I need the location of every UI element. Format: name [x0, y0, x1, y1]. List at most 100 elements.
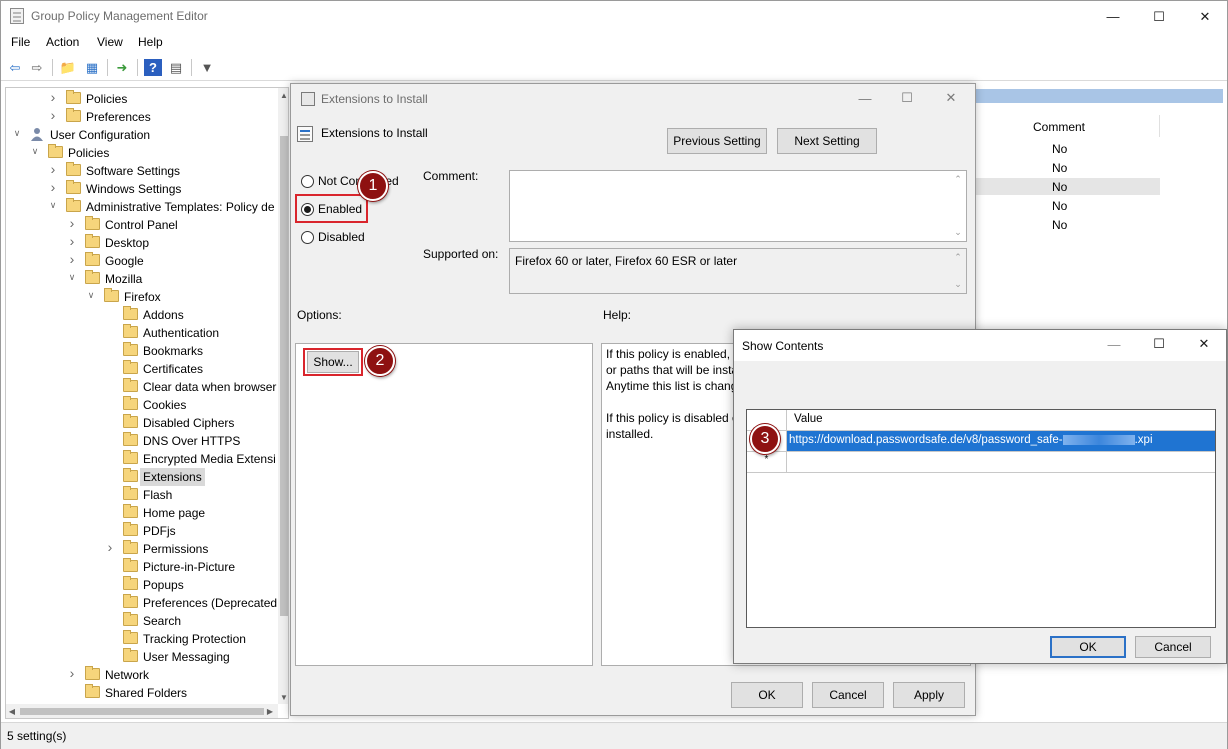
- minimize-icon[interactable]: —: [1090, 1, 1136, 32]
- comment-field[interactable]: ⌃ ⌄: [509, 170, 967, 242]
- chevron-right-icon[interactable]: ›: [48, 107, 58, 123]
- scroll-up-icon[interactable]: ▲: [278, 88, 288, 102]
- close-icon[interactable]: ✕: [1182, 1, 1228, 32]
- column-separator[interactable]: [1159, 115, 1160, 137]
- radio-disabled[interactable]: Disabled: [301, 230, 365, 244]
- comment-cell[interactable]: No: [1052, 142, 1067, 156]
- tree-item[interactable]: User Messaging: [6, 648, 276, 666]
- tree-item[interactable]: Shared Folders: [6, 684, 276, 702]
- minimize-icon[interactable]: —: [1094, 330, 1134, 358]
- chevron-down-icon[interactable]: ∨: [67, 272, 77, 283]
- show-hide-tree-icon[interactable]: ▦: [83, 59, 101, 76]
- up-folder-icon[interactable]: 📁: [59, 59, 77, 76]
- maximize-icon[interactable]: ☐: [1139, 330, 1179, 358]
- tree-item[interactable]: › Google: [6, 251, 276, 270]
- value-cell[interactable]: https://download.passwordsafe.de/v8/pass…: [787, 431, 1215, 451]
- tree-item[interactable]: Picture-in-Picture: [6, 558, 276, 576]
- chevron-right-icon[interactable]: ›: [67, 215, 77, 231]
- tree-item[interactable]: Clear data when browser: [6, 378, 276, 396]
- minimize-icon[interactable]: —: [845, 84, 885, 112]
- chevron-right-icon[interactable]: ›: [48, 89, 58, 105]
- tree-item[interactable]: › Permissions: [6, 539, 276, 558]
- comment-cell[interactable]: No: [1052, 199, 1067, 213]
- tree-item[interactable]: Flash: [6, 486, 276, 504]
- menu-view[interactable]: View: [97, 35, 123, 49]
- help-icon[interactable]: ?: [144, 59, 162, 76]
- supported-scrollbar[interactable]: ⌃ ⌄: [950, 249, 966, 293]
- tree-item[interactable]: Cookies: [6, 396, 276, 414]
- menu-file[interactable]: File: [11, 35, 30, 49]
- tree-item[interactable]: › Windows Settings: [6, 179, 276, 198]
- chevron-right-icon[interactable]: ›: [67, 665, 77, 681]
- tree-item[interactable]: Tracking Protection: [6, 630, 276, 648]
- cancel-button[interactable]: Cancel: [812, 682, 884, 708]
- tree-item[interactable]: Addons: [6, 306, 276, 324]
- tree-item[interactable]: ∨ Mozilla: [6, 270, 276, 288]
- chevron-right-icon[interactable]: ›: [48, 179, 58, 195]
- tree-horizontal-thumb[interactable]: [20, 708, 264, 715]
- tree-item[interactable]: Home page: [6, 504, 276, 522]
- close-icon[interactable]: ✕: [931, 84, 971, 112]
- ok-button[interactable]: OK: [1050, 636, 1126, 658]
- tree-vertical-thumb[interactable]: [280, 136, 288, 616]
- chevron-down-icon[interactable]: ∨: [86, 290, 96, 301]
- menu-action[interactable]: Action: [46, 35, 79, 49]
- tree-item[interactable]: Authentication: [6, 324, 276, 342]
- show-button[interactable]: Show...: [307, 351, 359, 373]
- filter-icon[interactable]: ▼: [198, 59, 216, 76]
- tree-item[interactable]: PDFjs: [6, 522, 276, 540]
- chevron-right-icon[interactable]: ›: [48, 161, 58, 177]
- comment-scrollbar[interactable]: ⌃ ⌄: [950, 171, 966, 241]
- tree-item[interactable]: Search: [6, 612, 276, 630]
- tree-item[interactable]: Disabled Ciphers: [6, 414, 276, 432]
- cancel-button[interactable]: Cancel: [1135, 636, 1211, 658]
- tree-item[interactable]: › Control Panel: [6, 215, 276, 234]
- chevron-right-icon[interactable]: ›: [67, 233, 77, 249]
- scroll-right-icon[interactable]: ▶: [264, 704, 276, 718]
- tree-item[interactable]: Extensions: [6, 468, 276, 486]
- menu-help[interactable]: Help: [138, 35, 163, 49]
- new-row[interactable]: *: [747, 452, 1215, 473]
- chevron-down-icon[interactable]: ∨: [12, 128, 22, 139]
- chevron-down-icon[interactable]: ∨: [30, 146, 40, 157]
- tree-item[interactable]: Certificates: [6, 360, 276, 378]
- chevron-down-icon[interactable]: ∨: [48, 200, 58, 211]
- comment-cell[interactable]: No: [1052, 218, 1067, 232]
- radio-enabled[interactable]: Enabled: [301, 202, 362, 216]
- tree-item[interactable]: ∨ Administrative Templates: Policy de: [6, 198, 276, 216]
- export-list-icon[interactable]: ➜: [113, 59, 131, 76]
- tree-item[interactable]: Preferences (Deprecated: [6, 594, 277, 612]
- tree-item[interactable]: Popups: [6, 576, 276, 594]
- tree-item[interactable]: Encrypted Media Extensi: [6, 450, 276, 468]
- tree-item[interactable]: ∨ Policies: [6, 144, 276, 162]
- table-row[interactable]: https://download.passwordsafe.de/v8/pass…: [747, 431, 1215, 452]
- chevron-right-icon[interactable]: ›: [67, 251, 77, 267]
- tree-item[interactable]: Bookmarks: [6, 342, 276, 360]
- next-setting-button[interactable]: Next Setting: [777, 128, 877, 154]
- scroll-down-icon[interactable]: ▼: [278, 690, 288, 704]
- forward-icon[interactable]: ⇨: [28, 59, 46, 76]
- tree-item[interactable]: DNS Over HTTPS: [6, 432, 276, 450]
- tree-item[interactable]: › Preferences: [6, 107, 276, 126]
- tree-item[interactable]: › Desktop: [6, 233, 276, 252]
- scroll-left-icon[interactable]: ◀: [6, 704, 18, 718]
- comment-cell[interactable]: No: [1052, 180, 1067, 194]
- maximize-icon[interactable]: ☐: [887, 84, 927, 112]
- tree-item[interactable]: › Policies: [6, 89, 276, 108]
- value-column-header[interactable]: Value: [787, 410, 1215, 430]
- previous-setting-button[interactable]: Previous Setting: [667, 128, 767, 154]
- tree-item[interactable]: ∨ User Configuration: [6, 126, 276, 144]
- comment-column-header[interactable]: Comment: [1033, 120, 1085, 134]
- ok-button[interactable]: OK: [731, 682, 803, 708]
- chevron-right-icon[interactable]: ›: [105, 539, 115, 555]
- tree-item[interactable]: › Software Settings: [6, 161, 276, 180]
- maximize-icon[interactable]: ☐: [1136, 1, 1182, 32]
- tree-item[interactable]: ∨ Firefox: [6, 288, 276, 306]
- close-icon[interactable]: ✕: [1184, 330, 1224, 358]
- back-icon[interactable]: ⇦: [6, 59, 24, 76]
- new-value-cell[interactable]: [787, 452, 1215, 472]
- properties-icon[interactable]: ▤: [167, 59, 185, 76]
- apply-button[interactable]: Apply: [893, 682, 965, 708]
- tree-item[interactable]: › Network: [6, 665, 276, 684]
- comment-cell[interactable]: No: [1052, 161, 1067, 175]
